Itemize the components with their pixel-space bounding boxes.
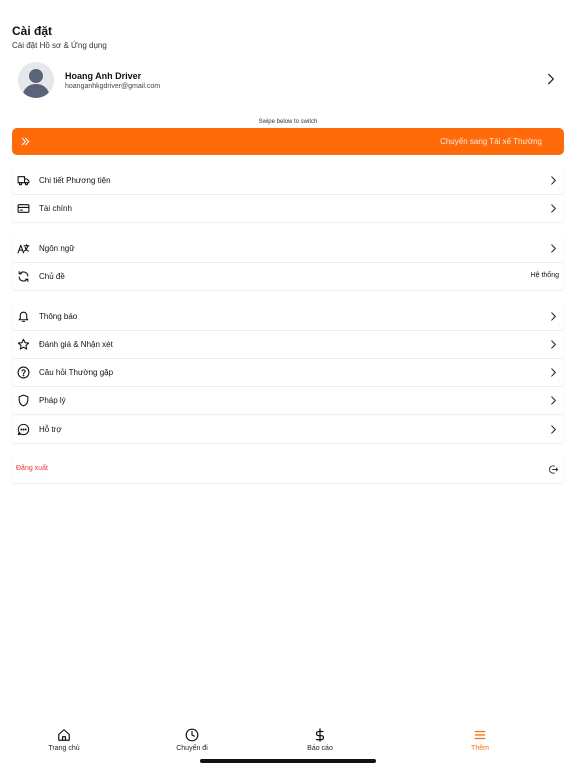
switch-label: Chuyển sang Tài xế Thường: [440, 137, 542, 146]
page-subtitle: Cài đặt Hồ sơ & Ứng dụng: [12, 41, 107, 50]
dollar-icon: [315, 728, 325, 742]
nav-label: Báo cáo: [307, 745, 333, 752]
chevron-right-icon: [548, 73, 554, 85]
double-chevron-right-icon[interactable]: [20, 136, 31, 147]
menu-item-faq[interactable]: Câu hỏi Thường gặp: [12, 359, 564, 386]
page-header: Cài đặt Cài đặt Hồ sơ & Ứng dụng: [12, 24, 107, 50]
menu-label: Hỗ trợ: [39, 425, 62, 434]
refresh-icon: [18, 271, 29, 282]
menu-item-legal[interactable]: Pháp lý: [12, 387, 564, 414]
profile-email: hoanganhkgdriver@gmail.com: [65, 82, 161, 90]
bell-icon: [18, 311, 29, 322]
menu-label: Chi tiết Phương tiện: [39, 176, 111, 185]
home-indicator[interactable]: [200, 759, 376, 763]
menu-item-finance[interactable]: Tài chính: [12, 195, 564, 222]
nav-trips[interactable]: Chuyến đi: [147, 728, 237, 752]
menu-item-vehicle-details[interactable]: Chi tiết Phương tiện: [12, 167, 564, 194]
chevron-right-icon: [551, 176, 556, 185]
chevron-right-icon: [551, 340, 556, 349]
logout-button[interactable]: Đăng xuất: [12, 456, 564, 483]
nav-label: Chuyến đi: [176, 745, 208, 752]
nav-label: Thêm: [471, 745, 489, 752]
profile-name: Hoang Anh Driver: [65, 70, 142, 81]
menu-label: Tài chính: [39, 204, 72, 213]
menu-item-notifications[interactable]: Thông báo: [12, 303, 564, 330]
chevron-right-icon: [551, 244, 556, 253]
menu-label: Câu hỏi Thường gặp: [39, 368, 114, 377]
menu-label: Đánh giá & Nhận xét: [39, 340, 113, 349]
truck-icon: [17, 176, 30, 186]
chevron-right-icon: [551, 312, 556, 321]
translate-icon: [17, 244, 30, 254]
menu-item-reviews[interactable]: Đánh giá & Nhận xét: [12, 331, 564, 358]
nav-more[interactable]: Thêm: [435, 728, 525, 752]
shield-icon: [18, 394, 29, 407]
nav-home[interactable]: Trang chủ: [19, 728, 109, 752]
page-title: Cài đặt: [12, 24, 53, 38]
credit-card-icon: [17, 204, 30, 213]
chat-icon: [17, 423, 30, 436]
swipe-hint: Swipe below to switch: [258, 119, 318, 125]
profile-card[interactable]: Hoang Anh Driver hoanganhkgdriver@gmail.…: [12, 58, 564, 102]
menu-label: Chủ đề: [39, 272, 65, 281]
logout-label: Đăng xuất: [16, 465, 48, 472]
star-icon: [17, 338, 30, 350]
chevron-right-icon: [551, 368, 556, 377]
menu-icon: [474, 730, 486, 740]
menu-label: Ngôn ngữ: [39, 244, 75, 253]
clock-icon: [185, 728, 199, 742]
menu-label: Pháp lý: [39, 396, 66, 405]
home-icon: [58, 729, 70, 741]
menu-label: Thông báo: [39, 312, 78, 321]
help-circle-icon: [17, 366, 30, 379]
nav-label: Trang chủ: [48, 745, 80, 752]
menu-item-theme[interactable]: Chủ đề Hệ thống: [12, 263, 564, 290]
switch-driver-slider[interactable]: Chuyển sang Tài xế Thường: [12, 128, 564, 155]
chevron-right-icon: [551, 204, 556, 213]
profile-text: Hoang Anh Driver hoanganhkgdriver@gmail.…: [65, 71, 160, 90]
nav-reports[interactable]: Báo cáo: [275, 728, 365, 752]
theme-value: Hệ thống: [530, 272, 559, 279]
user-avatar-icon: [18, 62, 54, 98]
chevron-right-icon: [551, 425, 556, 434]
menu-item-support[interactable]: Hỗ trợ: [12, 416, 564, 443]
chevron-right-icon: [551, 396, 556, 405]
menu-item-language[interactable]: Ngôn ngữ: [12, 235, 564, 262]
avatar: [18, 62, 54, 98]
logout-icon: [549, 465, 559, 474]
